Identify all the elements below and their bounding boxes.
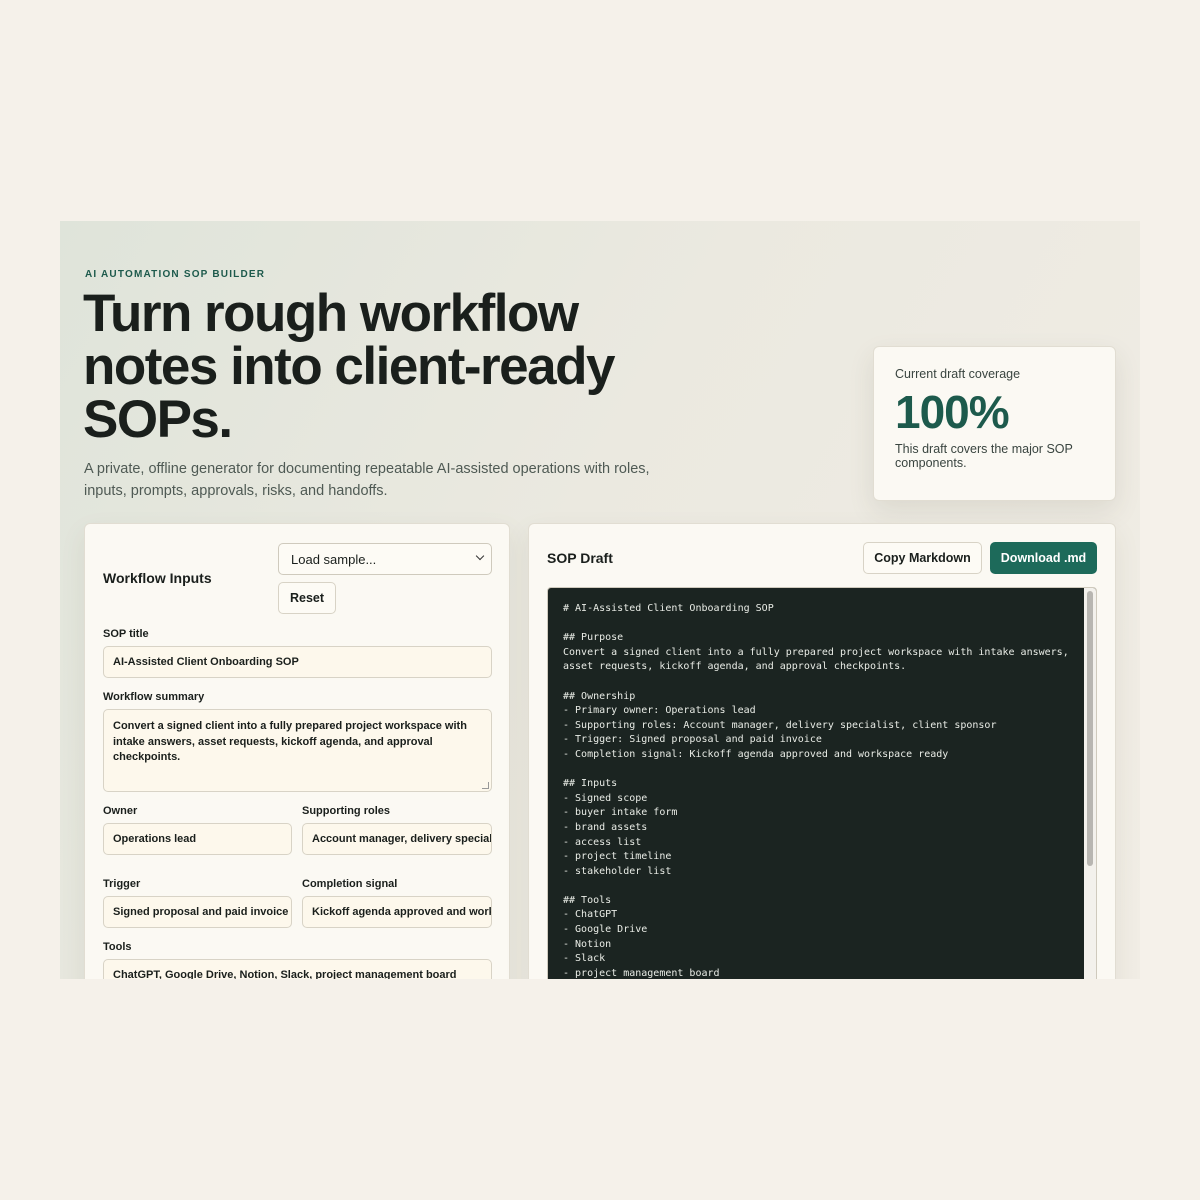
coverage-card: Current draft coverage 100% This draft c… <box>873 346 1116 501</box>
trigger-input[interactable]: Signed proposal and paid invoice <box>103 896 292 928</box>
preview-scrollbar-thumb[interactable] <box>1087 591 1093 866</box>
sop-title-input[interactable]: AI-Assisted Client Onboarding SOP <box>103 646 492 678</box>
reset-button[interactable]: Reset <box>278 582 336 614</box>
workflow-summary-textarea[interactable]: Convert a signed client into a fully pre… <box>103 709 492 792</box>
workflow-summary-text: Convert a signed client into a fully pre… <box>113 720 467 763</box>
hero-subtitle: A private, offline generator for documen… <box>84 461 650 499</box>
preview-scrollbar[interactable] <box>1084 588 1096 979</box>
hero-eyebrow: AI AUTOMATION SOP BUILDER <box>85 269 266 280</box>
completion-signal-input[interactable]: Kickoff agenda approved and workspace re… <box>302 896 492 928</box>
resize-handle-icon[interactable] <box>482 782 489 789</box>
owner-label: Owner <box>103 805 138 817</box>
copy-markdown-button[interactable]: Copy Markdown <box>863 542 982 574</box>
coverage-description: This draft covers the major SOP componen… <box>895 442 1073 470</box>
trigger-label: Trigger <box>103 878 141 890</box>
markdown-preview-text: # AI-Assisted Client Onboarding SOP ## P… <box>563 603 1069 979</box>
hero-title: Turn rough workflow notes into client-re… <box>83 284 615 449</box>
workflow-inputs-panel: Workflow Inputs Load sample... Reset SOP… <box>84 523 510 979</box>
download-md-button[interactable]: Download .md <box>990 542 1097 574</box>
tools-label: Tools <box>103 941 132 953</box>
load-sample-select-value: Load sample... <box>291 552 377 567</box>
coverage-label: Current draft coverage <box>895 367 1021 381</box>
workflow-summary-label: Workflow summary <box>103 691 205 703</box>
completion-signal-label: Completion signal <box>302 878 398 890</box>
markdown-preview[interactable]: # AI-Assisted Client Onboarding SOP ## P… <box>547 587 1097 979</box>
supporting-roles-input[interactable]: Account manager, delivery specialist, cl… <box>302 823 492 855</box>
chevron-down-icon <box>475 551 485 561</box>
tools-input[interactable]: ChatGPT, Google Drive, Notion, Slack, pr… <box>103 959 492 979</box>
owner-input[interactable]: Operations lead <box>103 823 292 855</box>
load-sample-select[interactable]: Load sample... <box>278 543 492 575</box>
workflow-inputs-title: Workflow Inputs <box>103 570 212 586</box>
sop-draft-panel: SOP Draft Copy Markdown Download .md # A… <box>528 523 1116 979</box>
supporting-roles-label: Supporting roles <box>302 805 390 817</box>
app-frame: AI AUTOMATION SOP BUILDER Turn rough wor… <box>60 221 1140 979</box>
sop-title-label: SOP title <box>103 628 149 640</box>
coverage-value: 100% <box>895 386 1010 438</box>
sop-draft-title: SOP Draft <box>547 550 613 566</box>
